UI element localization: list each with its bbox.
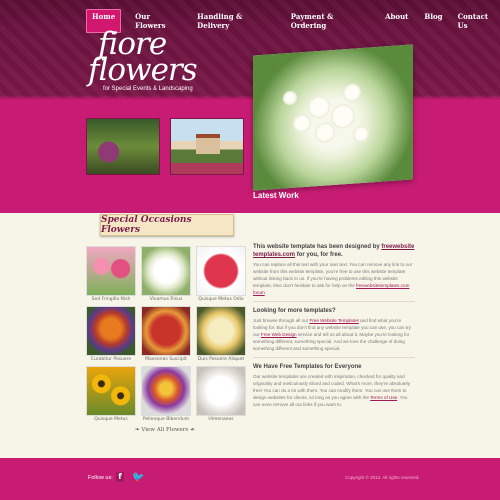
product-card[interactable]: Sed Fringilla Nish — [86, 246, 136, 302]
twitter-icon[interactable]: 🐦 — [132, 472, 144, 483]
product-card[interactable]: Pellenque Bibendum — [141, 366, 191, 422]
section-title: Special Occasions Flowers — [101, 215, 192, 235]
product-image[interactable] — [141, 246, 191, 296]
gallery-thumb-villa[interactable] — [170, 118, 244, 175]
product-card[interactable]: Duis Posuere Aliquet — [196, 306, 246, 362]
terms-of-use-link[interactable]: Terms of Use — [370, 395, 397, 400]
product-name[interactable]: Quisque Metus Odio — [196, 297, 246, 302]
latest-work-label: Latest Work — [253, 191, 299, 200]
product-image[interactable] — [86, 246, 136, 296]
product-name[interactable]: Quisque Metus — [86, 417, 136, 422]
divider — [253, 301, 415, 302]
product-name[interactable]: Maecenas Suscipit — [141, 357, 191, 362]
free-web-design-link[interactable]: Free Web Design — [261, 332, 297, 337]
product-image[interactable] — [86, 366, 136, 416]
product-name[interactable]: Vivamus Risus — [141, 297, 191, 302]
product-name[interactable]: Sed Fringilla Nish — [86, 297, 136, 302]
product-name[interactable]: Himenaeos — [196, 417, 246, 422]
featured-bouquet-image — [253, 44, 413, 191]
more-templates-heading: Looking for more templates? — [253, 308, 336, 314]
logo-tagline: for Special Events & Landscaping — [103, 86, 193, 92]
site-logo[interactable]: fiore flowers for Special Events & Lands… — [88, 29, 198, 93]
nav-payment-ordering[interactable]: Payment & Ordering — [291, 9, 370, 33]
product-image[interactable] — [196, 366, 246, 416]
divider — [253, 357, 415, 358]
product-image[interactable] — [196, 306, 246, 356]
product-card[interactable]: Curabitur Posuere — [86, 306, 136, 362]
more-templates-text: Just browse through all our — [253, 318, 309, 323]
product-name[interactable]: Pellenque Bibendum — [141, 417, 191, 422]
everyone-paragraph: Our website templates are created with i… — [253, 373, 415, 408]
intro-paragraph: You can replace all this text with your … — [253, 262, 413, 295]
product-card[interactable]: Quisque Metus — [86, 366, 136, 422]
logo-line-2: flowers — [88, 52, 198, 88]
intro-heading: This website template has been designed … — [253, 243, 415, 259]
product-image[interactable] — [196, 246, 246, 296]
free-website-templates-link[interactable]: Free Website Templates — [309, 318, 358, 323]
section-ribbon: Special Occasions Flowers — [100, 214, 234, 236]
facebook-icon[interactable]: f — [116, 472, 124, 482]
intro-heading-end: for you, for free. — [296, 252, 343, 258]
nav-about[interactable]: About — [385, 9, 408, 33]
nav-blog[interactable]: Blog — [424, 9, 442, 33]
product-image[interactable] — [141, 306, 191, 356]
intro-heading-text: This website template has been designed … — [253, 244, 380, 250]
main-content: This website template has been designed … — [253, 243, 415, 408]
gallery-thumb-garden[interactable] — [86, 118, 160, 175]
more-templates-paragraph: Just browse through all our Free Website… — [253, 317, 415, 352]
product-card[interactable]: Quisque Metus Odio — [196, 246, 246, 302]
nav-contact-us[interactable]: Contact Us — [458, 9, 500, 33]
product-name[interactable]: Duis Posuere Aliquet — [196, 357, 246, 362]
product-image[interactable] — [141, 366, 191, 416]
view-all-flowers-link[interactable]: ❧ View All Flowers ☙ — [135, 427, 195, 433]
leaf-ornament-icon: ☙ — [188, 427, 195, 433]
product-card[interactable]: Maecenas Suscipit — [141, 306, 191, 362]
view-all-label[interactable]: View All Flowers — [141, 427, 188, 433]
product-name[interactable]: Curabitur Posuere — [86, 357, 136, 362]
follow-us-label: Follow us: — [88, 475, 113, 481]
product-image[interactable] — [86, 306, 136, 356]
footer: Follow us: f 🐦 Copyright © 2012. All rig… — [0, 458, 500, 500]
product-card[interactable]: Vivamus Risus — [141, 246, 191, 302]
copyright-text: Copyright © 2012. All rights reserved. — [345, 475, 420, 480]
everyone-heading: We Have Free Templates for Everyone — [253, 364, 362, 370]
product-card[interactable]: Himenaeos — [196, 366, 246, 422]
nav-handling-delivery[interactable]: Handling & Delivery — [197, 9, 276, 33]
